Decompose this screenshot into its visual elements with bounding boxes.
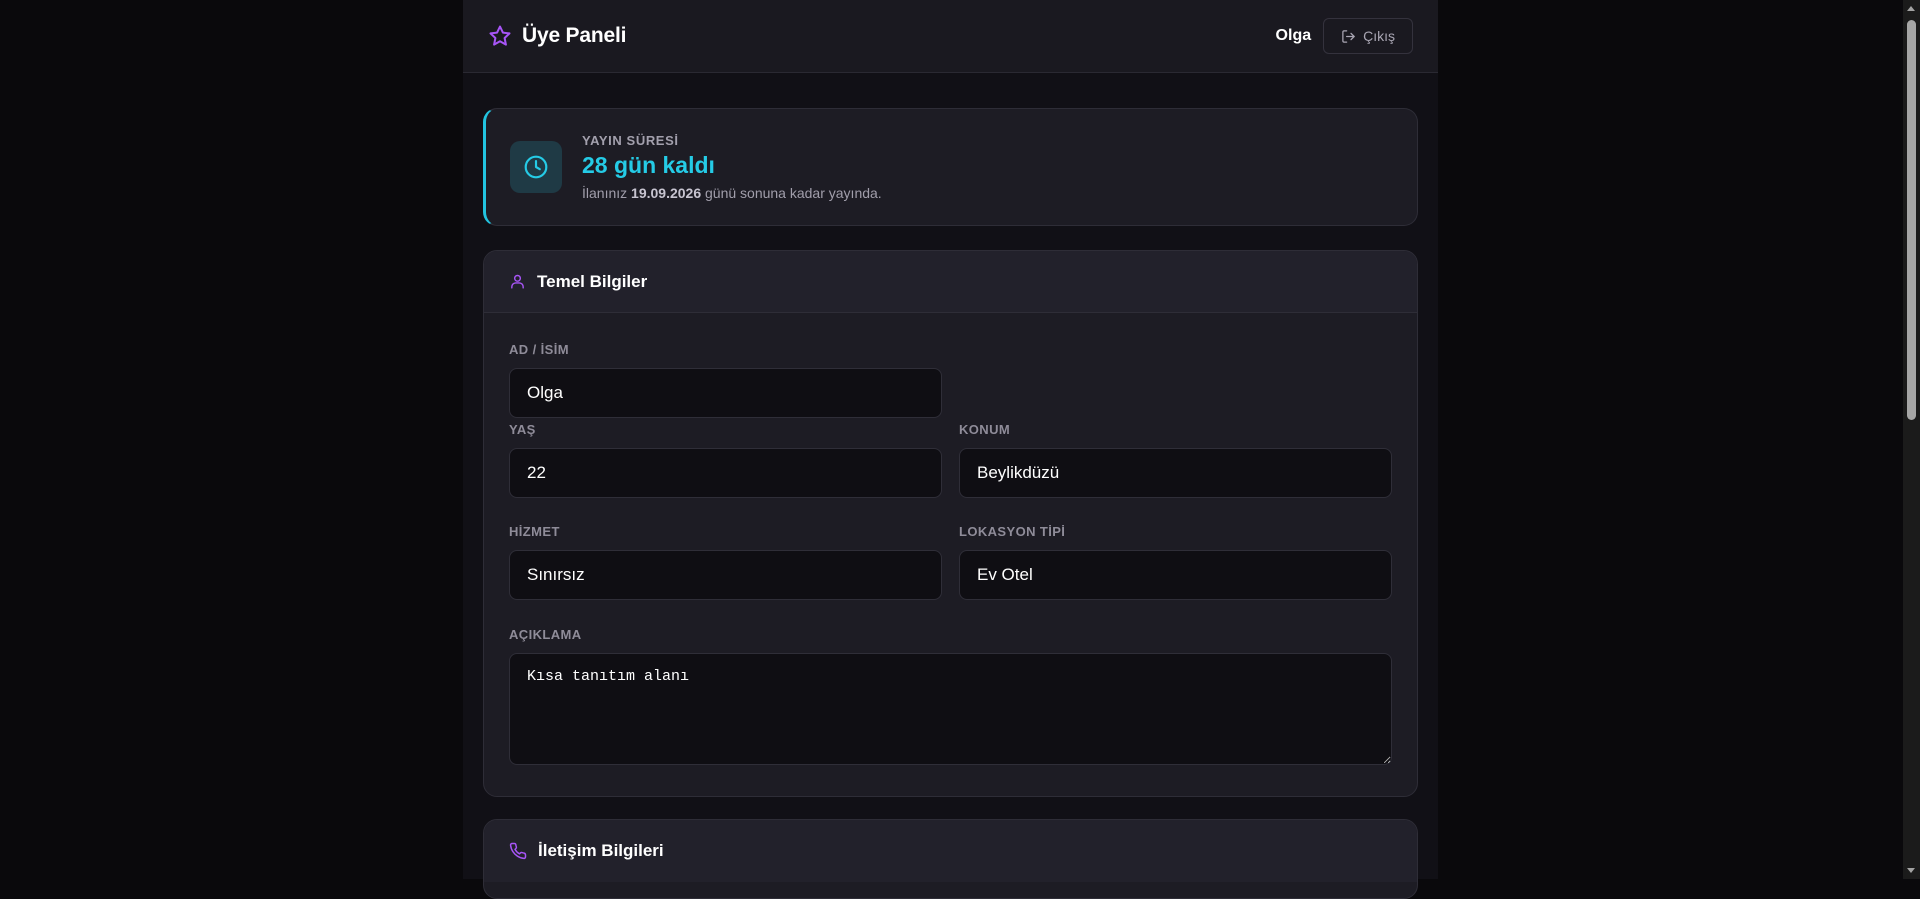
location-type-input[interactable] — [959, 550, 1392, 600]
service-label: HİZMET — [509, 524, 560, 539]
age-input[interactable] — [509, 448, 942, 498]
publish-time-text: YAYIN SÜRESİ 28 gün kaldı İlanınız 19.09… — [582, 133, 882, 201]
publish-desc-suffix: günü sonuna kadar yayında. — [705, 185, 882, 201]
star-icon — [488, 24, 512, 48]
logout-button[interactable]: Çıkış — [1323, 18, 1413, 54]
logout-icon — [1341, 29, 1356, 44]
page-scrollbar[interactable] — [1903, 0, 1920, 879]
top-navbar: Üye Paneli Olga Çıkış — [463, 0, 1438, 73]
remaining-days: 28 gün kaldı — [582, 152, 715, 178]
contact-info-section: İletişim Bilgileri — [483, 819, 1418, 899]
clock-icon — [523, 154, 549, 180]
scroll-down-icon[interactable] — [1907, 868, 1915, 873]
user-name: Olga — [1275, 27, 1312, 44]
publish-desc-prefix: İlanınız — [582, 185, 628, 201]
contact-info-title: İletişim Bilgileri — [538, 841, 664, 860]
clock-icon-box — [510, 141, 562, 193]
publish-time-label: YAYIN SÜRESİ — [582, 133, 679, 148]
location-label: KONUM — [959, 422, 1011, 437]
logout-label: Çıkış — [1363, 28, 1395, 44]
basic-info-section: Temel Bilgiler AD / İSİM YAŞ KONUM HİZME… — [483, 250, 1418, 797]
name-label: AD / İSİM — [509, 342, 569, 357]
brand[interactable]: Üye Paneli — [488, 24, 626, 48]
publish-description: İlanınız 19.09.2026 günü sonuna kadar ya… — [582, 185, 882, 201]
phone-icon — [509, 842, 527, 860]
basic-info-header: Temel Bilgiler — [484, 251, 1417, 313]
basic-info-title: Temel Bilgiler — [537, 271, 648, 291]
scroll-thumb[interactable] — [1907, 20, 1916, 420]
user-area: Olga Çıkış — [1276, 18, 1413, 54]
contact-info-header: İletişim Bilgileri — [484, 820, 1417, 882]
location-input[interactable] — [959, 448, 1392, 498]
page-title: Üye Paneli — [522, 24, 627, 47]
scroll-up-icon[interactable] — [1907, 6, 1915, 11]
description-textarea[interactable]: Kısa tanıtım alanı — [509, 653, 1392, 765]
member-panel-page: Üye Paneli Olga Çıkış YAYIN SÜRESİ 28 gü… — [463, 0, 1438, 899]
publish-end-date: 19.09.2026 — [631, 185, 702, 201]
user-icon — [509, 273, 526, 290]
age-label: YAŞ — [509, 422, 536, 437]
service-input[interactable] — [509, 550, 942, 600]
publish-time-card: YAYIN SÜRESİ 28 gün kaldı İlanınız 19.09… — [483, 108, 1418, 226]
location-type-label: LOKASYON TİPİ — [959, 524, 1066, 539]
description-label: AÇIKLAMA — [509, 627, 582, 642]
name-input[interactable] — [509, 368, 942, 418]
